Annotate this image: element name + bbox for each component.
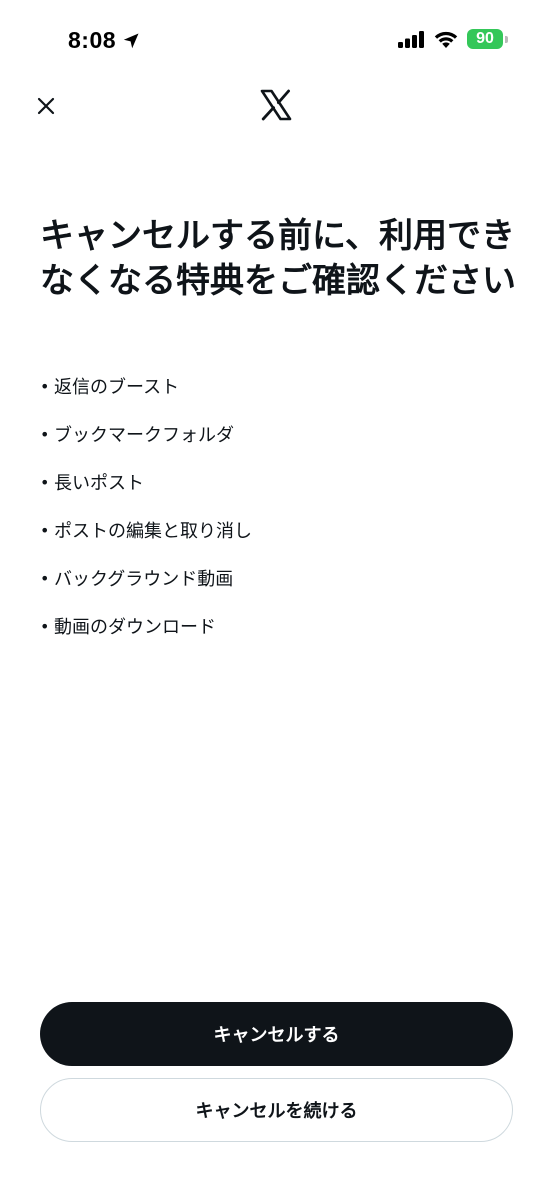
status-time-group: 8:08 bbox=[68, 27, 140, 54]
bullet: • bbox=[40, 616, 50, 636]
bullet: • bbox=[40, 424, 50, 444]
status-indicators: 90 bbox=[397, 29, 508, 49]
status-bar: 8:08 90 bbox=[0, 0, 553, 80]
wifi-icon bbox=[434, 31, 458, 48]
close-button[interactable] bbox=[28, 88, 64, 124]
list-item: • ブックマークフォルダ bbox=[40, 410, 252, 458]
perk-label: ポストの編集と取り消し bbox=[54, 521, 252, 542]
status-time: 8:08 bbox=[68, 27, 117, 53]
location-arrow-icon bbox=[123, 33, 139, 48]
perk-label: 長いポスト bbox=[54, 473, 144, 494]
signal-bars-icon bbox=[398, 31, 424, 48]
list-item: • ポストの編集と取り消し bbox=[40, 506, 252, 554]
perk-list: • 返信のブースト • ブックマークフォルダ • 長いポスト • ポストの編集と… bbox=[40, 362, 252, 650]
battery-cap bbox=[505, 36, 508, 43]
perk-label: バックグラウンド動画 bbox=[54, 569, 234, 590]
cancel-subscription-button[interactable]: キャンセルする bbox=[40, 1002, 513, 1066]
perk-label: 動画のダウンロード bbox=[54, 617, 216, 638]
bullet: • bbox=[40, 568, 50, 588]
continue-cancellation-button[interactable]: キャンセルを続ける bbox=[40, 1078, 513, 1142]
list-item: • 長いポスト bbox=[40, 458, 252, 506]
list-item: • 動画のダウンロード bbox=[40, 602, 252, 650]
perk-label: ブックマークフォルダ bbox=[54, 425, 234, 446]
perk-label: 返信のブースト bbox=[54, 377, 180, 398]
x-logo-icon bbox=[260, 89, 292, 121]
bullet: • bbox=[40, 472, 50, 492]
bullet: • bbox=[40, 376, 50, 396]
battery-level: 90 bbox=[476, 30, 494, 47]
list-item: • バックグラウンド動画 bbox=[40, 554, 252, 602]
close-icon bbox=[37, 97, 55, 115]
battery-charging-icon: 90 bbox=[467, 29, 508, 49]
page-title: キャンセルする前に、利用できなくなる特典をご確認ください bbox=[40, 216, 516, 301]
bullet: • bbox=[40, 520, 50, 540]
list-item: • 返信のブースト bbox=[40, 362, 252, 410]
